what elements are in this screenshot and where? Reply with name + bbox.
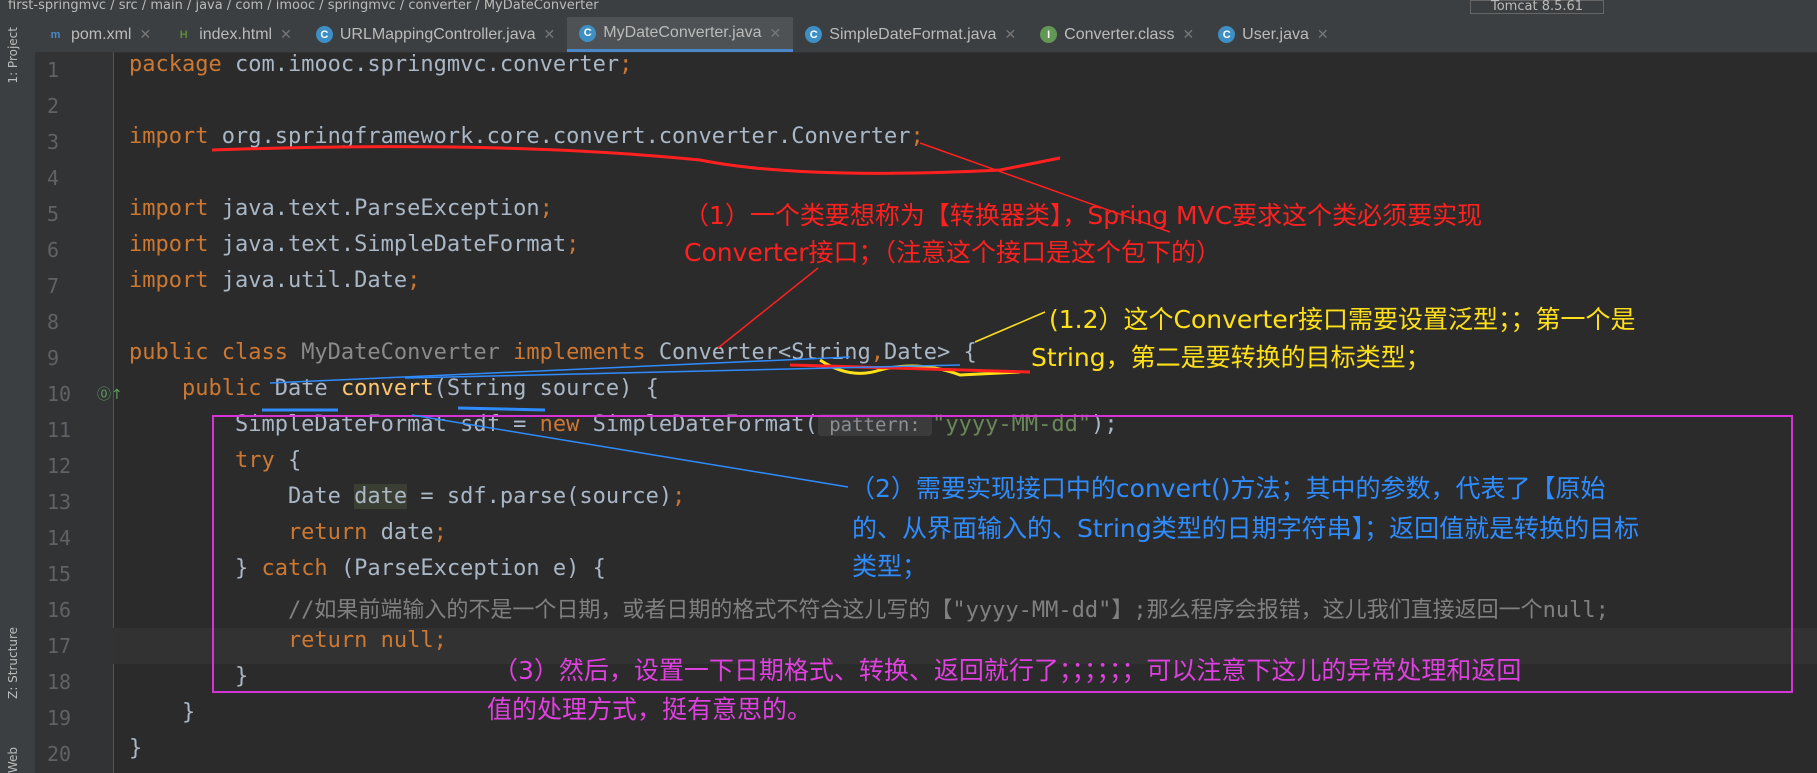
annotation-yellow-2: String，第二是要转换的目标类型；	[1031, 343, 1431, 372]
annotation-red-1: （1）一个类要想称为【转换器类】，Spring MVC要求这个类必须要实现	[684, 201, 1483, 230]
annotation-blue-1: （2）需要实现接口中的convert()方法；其中的参数，代表了【原始	[850, 474, 1606, 503]
annotation-yellow-1: (1.2）这个Converter接口需要设置泛型；；第一个是	[1049, 305, 1636, 334]
annotation-red-2: Converter接口；（注意这个接口是这个包下的）	[684, 238, 1222, 267]
red-underline	[211, 145, 1061, 175]
blue-underline	[262, 406, 546, 412]
annotation-magenta-2: 值的处理方式，挺有意思的。	[487, 695, 813, 724]
red-arrow	[717, 267, 819, 349]
blue-arrow	[411, 414, 849, 488]
annotation-magenta-1: （3）然后，设置一下日期格式、转换、返回就行了；；；；；；可以注意下这儿的异常处…	[493, 656, 1522, 685]
annotation-blue-2: 的、从界面输入的、String类型的日期字符串】；返回值就是转换的目标	[852, 514, 1640, 543]
annotation-blue-3: 类型；	[852, 552, 928, 581]
